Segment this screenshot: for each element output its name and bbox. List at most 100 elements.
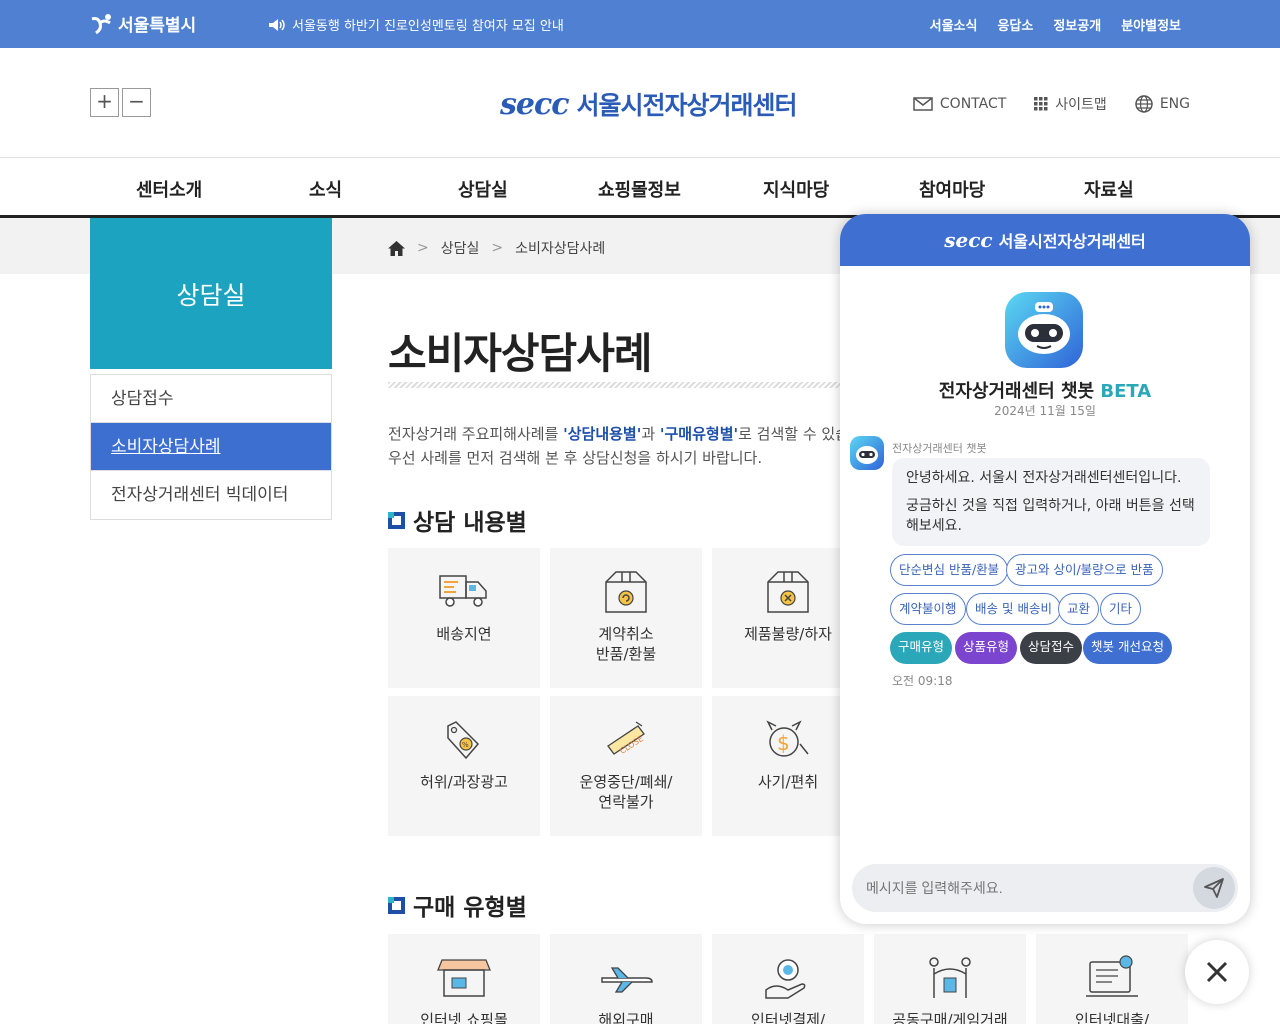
chatbot-close-button[interactable]	[1185, 940, 1249, 1004]
section-bullet-icon	[388, 511, 405, 529]
chip-simple-change-refund[interactable]: 단순변심 반품/환불	[890, 554, 1009, 586]
chat-input-bar	[852, 864, 1238, 912]
chip-counsel-request[interactable]: 상담접수	[1020, 632, 1083, 664]
card-online-loan[interactable]: 인터넷대출/	[1036, 934, 1188, 1024]
sidebar-menu: 상담접수 소비자상담사례 전자상거래센터 빅데이터	[90, 374, 332, 520]
card-label: 제품불량/하자	[744, 625, 832, 643]
intro-keyword-content: '상담내용별'	[563, 425, 642, 443]
top-bar: 서울특별시 서울동행 하반기 진로인성멘토링 참여자 모집 안내 서울소식 응답…	[0, 0, 1280, 48]
chat-date: 2024년 11월 15일	[994, 404, 1096, 418]
chatbot-header: secc 서울시전자상거래센터	[840, 214, 1250, 266]
brand-name: 서울시전자상거래센터	[576, 91, 798, 120]
top-link-field-info[interactable]: 분야별정보	[1121, 15, 1181, 34]
chip-etc[interactable]: 기타	[1100, 593, 1142, 625]
section-title-by-content: 상담 내용별	[388, 503, 527, 537]
card-label: 배송지연	[436, 625, 492, 643]
breadcrumb-separator: >	[417, 240, 429, 256]
close-icon	[1206, 961, 1228, 983]
home-icon[interactable]	[388, 240, 405, 256]
message-sender: 전자상거래센터 챗봇	[892, 442, 987, 455]
card-label: 사기/편취	[757, 773, 819, 791]
section-bullet-icon	[388, 896, 405, 914]
nav-counsel[interactable]: 상담실	[458, 176, 508, 202]
chatbot-name-text: 전자상거래센터 챗봇	[938, 381, 1095, 402]
card-label: 허위/과장광고	[420, 773, 508, 791]
card-label: 계약취소 반품/환불	[595, 625, 657, 663]
contact-link[interactable]: CONTACT	[913, 94, 1006, 114]
page-title: 소비자상담사례	[388, 329, 652, 378]
card-label: 인터넷대출/	[1074, 1011, 1150, 1024]
paper-plane-icon	[1204, 878, 1224, 898]
zoom-out-button[interactable]: −	[122, 88, 151, 117]
card-internet-payment[interactable]: 인터넷결제/	[712, 934, 864, 1024]
chatbot-header-title: 서울시전자상거래센터	[998, 232, 1146, 251]
nav-mall-info[interactable]: 쇼핑몰정보	[598, 176, 681, 202]
main-navigation: 센터소개 소식 상담실 쇼핑몰정보 지식마당 참여마당 자료실	[0, 158, 1280, 218]
card-group-buy[interactable]: 공동구매/게임거래	[874, 934, 1026, 1024]
title-underline	[388, 382, 848, 388]
utility-menu: CONTACT 사이트맵 ENG	[913, 94, 1190, 114]
breadcrumb: > 상담실 > 소비자상담사례	[388, 238, 605, 258]
card-internet-mall[interactable]: 인터넷 쇼핑몰	[388, 934, 540, 1024]
card-closure[interactable]: CLOSE 운영중단/폐쇄/ 연락불가	[550, 696, 702, 836]
nav-knowledge[interactable]: 지식마당	[763, 176, 829, 202]
chat-message-input[interactable]	[866, 880, 1186, 896]
brand-logo[interactable]: secc 서울시전자상거래센터	[500, 86, 798, 122]
sidebar-item-big-data[interactable]: 전자상거래센터 빅데이터	[91, 471, 331, 519]
nav-news[interactable]: 소식	[309, 176, 342, 202]
sitemap-link[interactable]: 사이트맵	[1034, 94, 1107, 114]
bot-avatar-icon	[850, 436, 884, 470]
chip-ad-mismatch-return[interactable]: 광고와 상이/불량으로 반품	[1006, 554, 1163, 586]
globe-icon	[1135, 95, 1153, 113]
notice-ticker[interactable]: 서울동행 하반기 진로인성멘토링 참여자 모집 안내	[268, 15, 564, 34]
chip-breach-of-contract[interactable]: 계약불이행	[890, 593, 966, 625]
chatbot-robot-icon	[1005, 292, 1083, 368]
chip-chatbot-improve[interactable]: 챗봇 개선요청	[1083, 632, 1172, 664]
sidebar-item-consumer-cases[interactable]: 소비자상담사례	[91, 423, 331, 471]
breadcrumb-level1[interactable]: 상담실	[441, 238, 480, 258]
top-link-eungdapso[interactable]: 응답소	[997, 15, 1033, 34]
section-title-text: 구매 유형별	[413, 895, 527, 921]
breadcrumb-separator: >	[491, 240, 504, 256]
sidebar-item-counsel-request[interactable]: 상담접수	[91, 375, 331, 423]
group-buy-icon	[929, 957, 971, 998]
send-button[interactable]	[1193, 867, 1235, 909]
top-link-info-open[interactable]: 정보공개	[1053, 15, 1101, 34]
message-line: 궁금하신 것을 직접 입력하거나, 아래 버튼을 선택해보세요.	[906, 498, 1195, 534]
card-overseas[interactable]: 해외구매	[550, 934, 702, 1024]
card-false-ads[interactable]: % 허위/과장광고	[388, 696, 540, 836]
online-loan-icon	[1086, 955, 1138, 997]
seoul-logo-text: 서울특별시	[118, 16, 197, 36]
english-link[interactable]: ENG	[1135, 94, 1190, 114]
chip-exchange[interactable]: 교환	[1058, 593, 1100, 625]
breadcrumb-level2[interactable]: 소비자상담사례	[515, 238, 605, 258]
intro-mid: 과	[641, 425, 660, 443]
section-title-by-purchase: 구매 유형별	[388, 888, 527, 922]
chip-product-type[interactable]: 상품유형	[955, 632, 1018, 664]
sitemap-label: 사이트맵	[1055, 97, 1107, 113]
speaker-icon	[269, 18, 285, 31]
airplane-icon	[601, 967, 653, 993]
card-contract-cancel[interactable]: 계약취소 반품/환불	[550, 548, 702, 688]
card-label: 운영중단/폐쇄/ 연락불가	[579, 773, 673, 811]
top-link-seoul-news[interactable]: 서울소식	[930, 15, 978, 34]
nav-center-intro[interactable]: 센터소개	[136, 176, 202, 202]
card-label: 공동구매/게임거래	[892, 1011, 1008, 1024]
intro-line2: 우선 사례를 먼저 검색해 본 후 상담신청을 하시기 바랍니다.	[388, 449, 763, 467]
chip-delivery-fee[interactable]: 배송 및 배송비	[966, 593, 1061, 625]
card-delivery-delay[interactable]: 배송지연	[388, 548, 540, 688]
intro-suffix: 로 검색할 수 있습니다.	[738, 425, 848, 443]
bot-message-bubble: 안녕하세요. 서울시 전자상거래센터센터입니다. 궁금하신 것을 직접 입력하거…	[892, 458, 1210, 546]
nav-participation[interactable]: 참여마당	[919, 176, 985, 202]
seoul-symbol-icon	[91, 13, 111, 34]
return-box-icon	[605, 571, 647, 613]
chip-purchase-type[interactable]: 구매유형	[890, 632, 953, 664]
svg-text:$: $	[777, 731, 790, 755]
zoom-in-button[interactable]: +	[90, 88, 119, 117]
store-icon	[437, 959, 491, 997]
grid-icon	[1034, 97, 1048, 111]
seoul-logo[interactable]: 서울특별시	[90, 11, 196, 36]
english-label: ENG	[1159, 96, 1190, 112]
nav-archive[interactable]: 자료실	[1084, 176, 1134, 202]
message-time: 오전 09:18	[892, 674, 953, 688]
